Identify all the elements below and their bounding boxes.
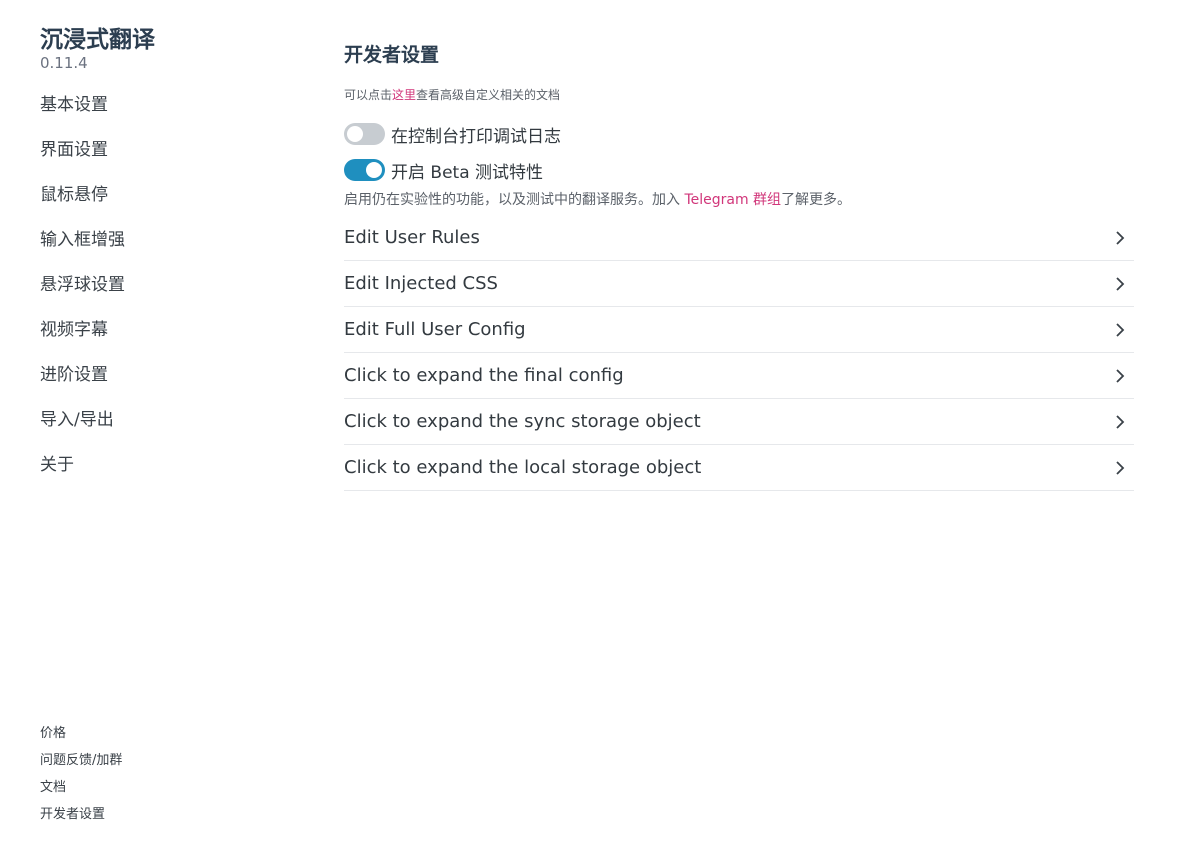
row-label: Edit Full User Config bbox=[344, 319, 526, 340]
row-label: Click to expand the local storage object bbox=[344, 457, 702, 478]
beta-features-setting: 开启 Beta 测试特性 bbox=[344, 157, 543, 183]
docs-help-link[interactable]: 这里 bbox=[392, 88, 416, 102]
sidebar-item-input-enhance[interactable]: 输入框增强 bbox=[40, 227, 125, 272]
chevron-right-icon bbox=[1110, 366, 1130, 386]
edit-injected-css-row[interactable]: Edit Injected CSS bbox=[344, 261, 1134, 307]
footer-link-pricing[interactable]: 价格 bbox=[40, 725, 122, 752]
sidebar-item-mouse-hover[interactable]: 鼠标悬停 bbox=[40, 182, 125, 227]
page-title: 开发者设置 bbox=[344, 44, 440, 66]
row-label: Click to expand the final config bbox=[344, 365, 624, 386]
expand-final-config-row[interactable]: Click to expand the final config bbox=[344, 353, 1134, 399]
sidebar-nav: 基本设置 界面设置 鼠标悬停 输入框增强 悬浮球设置 视频字幕 进阶设置 导入/… bbox=[40, 92, 125, 497]
app-version: 0.11.4 bbox=[40, 54, 88, 72]
beta-features-label: 开启 Beta 测试特性 bbox=[391, 162, 544, 183]
sidebar-item-video-subtitles[interactable]: 视频字幕 bbox=[40, 317, 125, 362]
chevron-right-icon bbox=[1110, 320, 1130, 340]
footer-link-feedback[interactable]: 问题反馈/加群 bbox=[40, 752, 122, 779]
beta-features-toggle[interactable] bbox=[344, 159, 385, 181]
chevron-right-icon bbox=[1110, 458, 1130, 478]
docs-help-prefix: 可以点击 bbox=[344, 88, 393, 102]
toggle-knob bbox=[347, 126, 363, 142]
toggle-knob bbox=[366, 162, 382, 178]
beta-features-description: 启用仍在实验性的功能，以及测试中的翻译服务。加入 Telegram 群组了解更多… bbox=[344, 189, 851, 209]
edit-user-rules-row[interactable]: Edit User Rules bbox=[344, 215, 1134, 261]
debug-log-setting: 在控制台打印调试日志 bbox=[344, 121, 561, 147]
docs-help-suffix: 查看高级自定义相关的文档 bbox=[416, 88, 561, 102]
sidebar-item-interface[interactable]: 界面设置 bbox=[40, 137, 125, 182]
sidebar-item-basic[interactable]: 基本设置 bbox=[40, 92, 125, 137]
chevron-right-icon bbox=[1110, 228, 1130, 248]
debug-log-toggle[interactable] bbox=[344, 123, 385, 145]
debug-log-label: 在控制台打印调试日志 bbox=[391, 126, 561, 147]
beta-desc-suffix: 了解更多。 bbox=[781, 192, 852, 208]
sidebar: 沉浸式翻译 0.11.4 基本设置 界面设置 鼠标悬停 输入框增强 悬浮球设置 … bbox=[0, 0, 300, 857]
sidebar-item-advanced[interactable]: 进阶设置 bbox=[40, 362, 125, 407]
app-title: 沉浸式翻译 bbox=[40, 27, 155, 53]
expand-local-storage-row[interactable]: Click to expand the local storage object bbox=[344, 445, 1134, 491]
chevron-right-icon bbox=[1110, 274, 1130, 294]
edit-full-user-config-row[interactable]: Edit Full User Config bbox=[344, 307, 1134, 353]
sidebar-item-float-ball[interactable]: 悬浮球设置 bbox=[40, 272, 125, 317]
row-label: Edit Injected CSS bbox=[344, 273, 498, 294]
footer-link-docs[interactable]: 文档 bbox=[40, 779, 122, 806]
chevron-right-icon bbox=[1110, 412, 1130, 432]
footer-link-developer-settings[interactable]: 开发者设置 bbox=[40, 806, 122, 833]
options-page: 沉浸式翻译 0.11.4 基本设置 界面设置 鼠标悬停 输入框增强 悬浮球设置 … bbox=[0, 0, 1194, 857]
docs-help-text: 可以点击这里查看高级自定义相关的文档 bbox=[344, 86, 560, 103]
expand-sync-storage-row[interactable]: Click to expand the sync storage object bbox=[344, 399, 1134, 445]
row-label: Edit User Rules bbox=[344, 227, 480, 248]
row-label: Click to expand the sync storage object bbox=[344, 411, 701, 432]
sidebar-item-import-export[interactable]: 导入/导出 bbox=[40, 407, 125, 452]
sidebar-item-about[interactable]: 关于 bbox=[40, 452, 125, 497]
beta-desc-prefix: 启用仍在实验性的功能，以及测试中的翻译服务。加入 bbox=[344, 192, 685, 208]
telegram-group-link[interactable]: Telegram 群组 bbox=[684, 192, 781, 208]
sidebar-footer-links: 价格 问题反馈/加群 文档 开发者设置 bbox=[40, 725, 122, 833]
developer-actions-list: Edit User Rules Edit Injected CSS Edit F… bbox=[344, 215, 1134, 491]
